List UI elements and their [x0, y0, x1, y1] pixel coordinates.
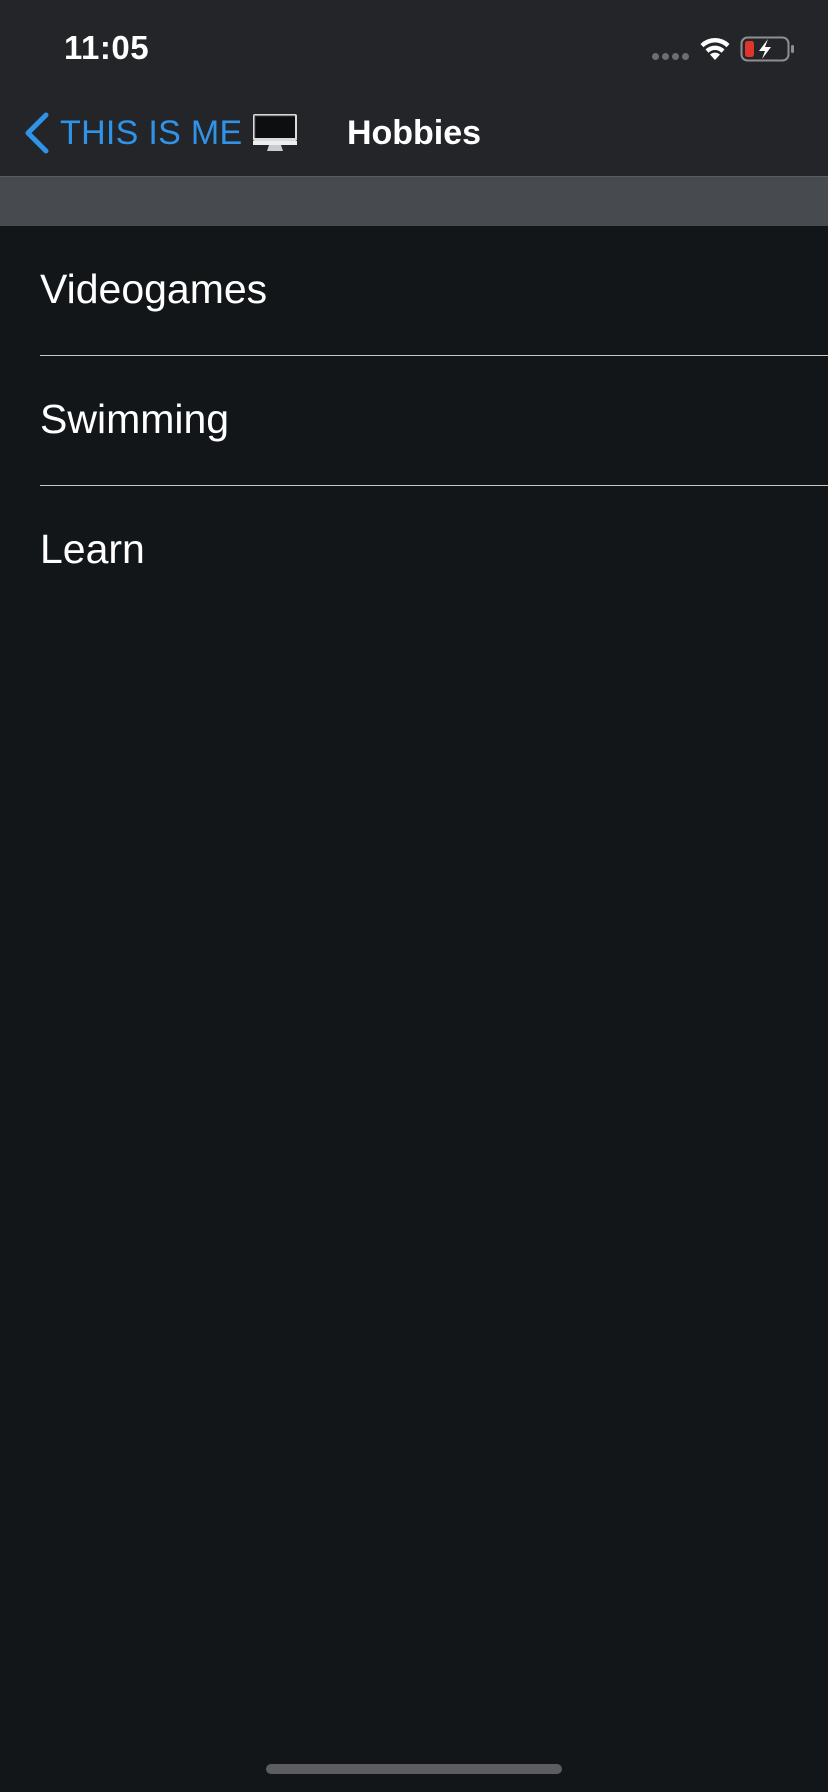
list-item-label: Videogames — [40, 266, 268, 312]
navigation-bar: THIS IS ME Hobbies — [0, 100, 828, 176]
section-header — [0, 176, 828, 226]
page-title: Hobbies — [346, 114, 482, 152]
status-time: 11:05 — [64, 29, 150, 66]
wifi-icon — [700, 37, 730, 60]
list-item-learn[interactable]: Learn — [0, 486, 828, 616]
header: 11:05 THIS IS ME Hobbies — [0, 0, 828, 176]
status-bar: 11:05 — [0, 0, 828, 100]
list-item-videogames[interactable]: Videogames — [0, 226, 828, 356]
signal-dots-icon — [652, 53, 690, 61]
list-item-label: Learn — [40, 526, 145, 572]
hobbies-screen: 11:05 THIS IS ME Hobbies Videogames Swim… — [0, 0, 828, 1792]
list-item-swimming[interactable]: Swimming — [0, 356, 828, 486]
home-indicator[interactable] — [266, 1764, 562, 1774]
battery-charging-icon — [740, 36, 794, 62]
list-item-label: Swimming — [40, 396, 230, 442]
hobbies-list: Videogames Swimming Learn — [0, 226, 828, 616]
